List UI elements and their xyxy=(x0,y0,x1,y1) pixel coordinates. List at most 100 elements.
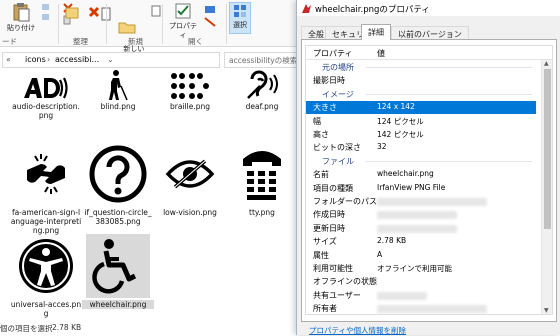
file-name: wheelchair.png xyxy=(82,300,154,309)
overflow-chevron-icon[interactable]: « xyxy=(6,55,11,64)
dialog-tabs: 全般 セキュリティ 詳細 以前のバージョン xyxy=(297,24,560,40)
tab-3[interactable]: 以前のバージョン xyxy=(391,26,469,40)
property-value: 124 x 142 xyxy=(377,102,415,112)
property-row[interactable]: 作成日時 xyxy=(306,208,536,221)
property-section-header: ファイル xyxy=(306,155,536,168)
property-key: 作成日時 xyxy=(313,210,345,220)
file-name: universal-acces.png xyxy=(10,300,82,318)
property-list-header: プロパティ 値 xyxy=(306,46,552,60)
property-value: 2.78 KB xyxy=(377,236,407,246)
property-value: 142 ピクセル xyxy=(377,130,424,139)
open-small-icons[interactable] xyxy=(202,4,222,30)
file-name: braille.png xyxy=(170,102,210,111)
property-value: 124 ピクセル xyxy=(377,116,424,126)
property-key: 元の場所 xyxy=(322,63,354,72)
breadcrumb-icons[interactable]: icons xyxy=(25,55,46,64)
property-key: 属性 xyxy=(313,250,329,260)
vertical-scrollbar[interactable]: ▲ ▼ xyxy=(541,60,552,314)
group-organize-label: 整理 xyxy=(73,37,88,46)
breadcrumb-accessibility[interactable]: accessibi... xyxy=(55,55,99,64)
property-key: 項目の種類 xyxy=(313,183,353,193)
address-dropdown-icon[interactable]: ⌄ xyxy=(107,55,114,64)
property-value: オフラインで利用可能 xyxy=(377,264,452,273)
property-list: プロパティ 値 元の場所 撮影日時 イメージ 大きさ 124 x 142 幅 124 ピクセ… xyxy=(305,45,553,315)
property-key: ファイル xyxy=(322,156,354,166)
remove-properties-link[interactable]: プロパティや個人情報を削除 xyxy=(309,325,406,336)
property-row[interactable]: 名前 wheelchair.png xyxy=(306,168,536,181)
file-item[interactable]: if_question-circle_383085.png xyxy=(82,142,154,226)
property-row[interactable]: フォルダーのパス xyxy=(306,195,536,208)
file-item[interactable]: low-vision.png xyxy=(154,142,226,217)
dialog-title: wheelchair.pngのプロパティ xyxy=(315,5,430,15)
file-item[interactable]: universal-acces.png xyxy=(10,234,82,318)
question-circle-icon xyxy=(89,145,147,203)
property-row[interactable]: 利用可能性 オフラインで利用可能 xyxy=(306,262,536,275)
deaf-ear-icon xyxy=(247,70,278,99)
select-label: 選択 xyxy=(233,21,247,29)
property-value: wheelchair.png xyxy=(377,169,434,179)
details-pane: プロパティ 値 元の場所 撮影日時 イメージ 大きさ 124 x 142 幅 124 ピクセ… xyxy=(301,39,557,322)
property-row[interactable]: 大きさ 124 x 142 xyxy=(306,101,536,115)
scroll-down-icon[interactable]: ▼ xyxy=(544,307,549,314)
redacted-value xyxy=(377,224,457,233)
redacted-value xyxy=(377,291,427,300)
property-key: 名前 xyxy=(313,170,329,180)
file-item[interactable]: blind.png xyxy=(82,68,154,111)
paste-label: 貼り付け xyxy=(7,24,35,32)
irfanview-app-icon xyxy=(302,4,311,13)
property-row[interactable]: 項目の種類 IrfanView PNG File xyxy=(306,182,536,195)
status-selected-text: 個の項目を選択 xyxy=(0,324,53,333)
new-item-icon[interactable] xyxy=(150,4,162,28)
group-new-label: 新規 xyxy=(128,37,143,46)
status-size: 2.78 KB xyxy=(52,323,82,332)
property-row[interactable]: 撮影日時 xyxy=(306,74,536,87)
organize-icons[interactable] xyxy=(62,4,112,30)
property-row[interactable]: 更新日時 xyxy=(306,222,536,235)
property-row[interactable]: オフラインの状態 xyxy=(306,275,536,288)
tab-2[interactable]: 詳細 xyxy=(361,24,391,40)
dialog-title-bar: wheelchair.pngのプロパティ xyxy=(297,0,560,16)
header-property[interactable]: プロパティ xyxy=(313,48,353,59)
universal-access-icon xyxy=(19,239,73,293)
property-row[interactable]: 属性 A xyxy=(306,249,536,262)
properties-dialog: wheelchair.pngのプロパティ 全般 セキュリティ 詳細 以前のバージョン … xyxy=(296,0,560,335)
property-key: 所有者 xyxy=(313,304,337,314)
file-item[interactable]: tty.png xyxy=(226,142,298,217)
property-row[interactable]: 共有ユーザー xyxy=(306,289,536,302)
property-key: 大きさ xyxy=(313,103,337,113)
search-placeholder: accessibilityの検索 xyxy=(229,56,298,65)
search-input[interactable]: accessibilityの検索 xyxy=(224,52,300,68)
property-value: A xyxy=(377,249,383,259)
property-row[interactable]: 幅 124 ピクセル xyxy=(306,115,536,128)
properties-check-icon xyxy=(175,3,191,19)
file-name: audio-description.png xyxy=(12,102,80,120)
paste-button[interactable]: 貼り付け xyxy=(6,2,36,33)
properties-button[interactable]: プロパティ xyxy=(166,2,200,40)
property-row[interactable]: 所有者 xyxy=(306,302,536,314)
file-item[interactable]: audio-description.png xyxy=(10,68,82,120)
file-name: blind.png xyxy=(100,102,136,111)
address-bar[interactable]: « icons › accessibi... ⌄ xyxy=(2,52,220,68)
file-item-selected[interactable]: wheelchair.png xyxy=(82,234,154,309)
file-name: fa-american-sign-language-interpreting.p… xyxy=(10,208,82,235)
tty-phone-icon xyxy=(243,151,281,200)
scroll-up-icon[interactable]: ▲ xyxy=(544,60,549,67)
low-vision-eye-icon xyxy=(165,159,215,189)
property-key: 撮影日時 xyxy=(313,76,345,86)
property-row[interactable]: サイズ 2.78 KB xyxy=(306,235,536,248)
file-item[interactable]: braille.png xyxy=(154,68,226,111)
scroll-thumb[interactable] xyxy=(544,69,551,229)
property-row[interactable]: ビットの深さ 32 xyxy=(306,141,536,154)
redacted-value xyxy=(377,211,457,220)
group-open-label: 開く xyxy=(188,37,203,46)
status-bar: 個の項目を選択 2.78 KB xyxy=(0,322,300,335)
property-key: 共有ユーザー xyxy=(313,290,361,300)
header-value[interactable]: 値 xyxy=(377,48,385,59)
file-name: deaf.png xyxy=(245,102,279,111)
file-name: low-vision.png xyxy=(163,208,217,217)
select-button[interactable]: 選択 xyxy=(229,2,251,34)
file-item[interactable]: fa-american-sign-language-interpreting.p… xyxy=(10,142,82,235)
property-key: 幅 xyxy=(313,116,321,126)
file-item[interactable]: deaf.png xyxy=(226,68,298,111)
property-row[interactable]: 高さ 142 ピクセル xyxy=(306,128,536,141)
